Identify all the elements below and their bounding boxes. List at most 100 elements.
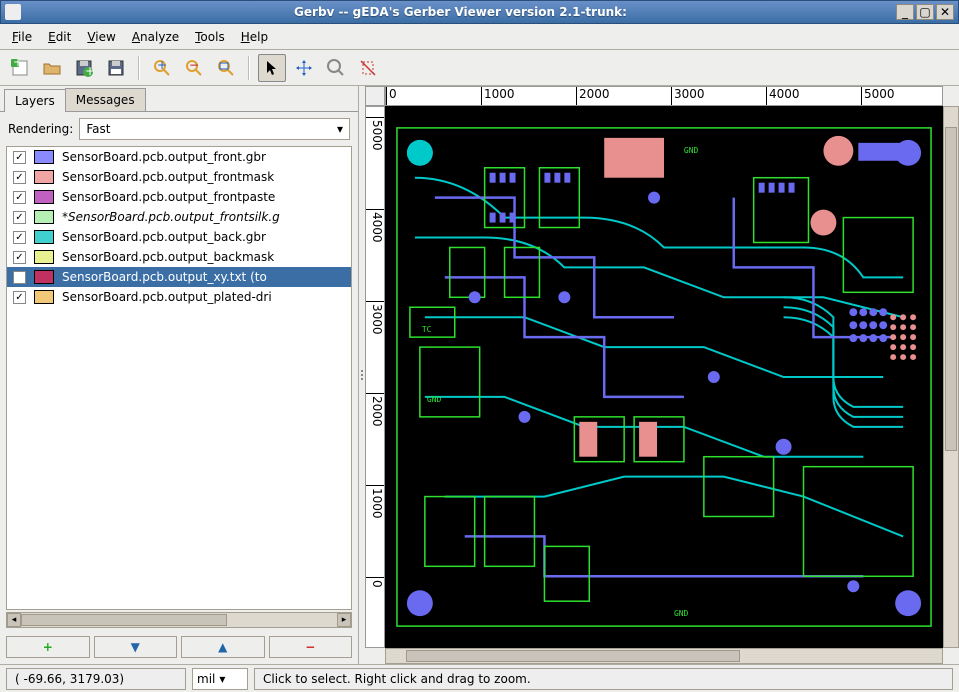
layer-swatch[interactable] xyxy=(34,190,54,204)
separator xyxy=(248,56,250,80)
layer-name: SensorBoard.pcb.output_frontpaste xyxy=(62,190,275,204)
svg-text:+: + xyxy=(13,58,23,69)
move-down-button[interactable]: ▼ xyxy=(94,636,178,658)
delete-tool-button[interactable] xyxy=(354,54,382,82)
menu-view[interactable]: View xyxy=(79,26,123,48)
scrollbar-horizontal[interactable] xyxy=(385,648,943,664)
rendering-select[interactable]: Fast ▾ xyxy=(79,118,350,140)
remove-layer-button[interactable]: − xyxy=(269,636,353,658)
layer-scrollbar-h[interactable]: ◂ ▸ xyxy=(6,612,352,628)
layer-swatch[interactable] xyxy=(34,270,54,284)
scroll-thumb-v[interactable] xyxy=(945,127,957,451)
svg-text:GND: GND xyxy=(427,395,442,404)
scroll-left-icon[interactable]: ◂ xyxy=(7,613,21,627)
scrollbar-h-row xyxy=(365,648,959,664)
pcb-canvas[interactable]: GND TC GND GND xyxy=(385,106,943,648)
svg-text:GND: GND xyxy=(684,146,699,155)
close-button[interactable]: ✕ xyxy=(936,4,954,20)
tab-layers[interactable]: Layers xyxy=(4,89,66,112)
layer-swatch[interactable] xyxy=(34,170,54,184)
layer-row[interactable]: ✓ SensorBoard.pcb.output_backmask xyxy=(7,247,351,267)
layer-name: SensorBoard.pcb.output_back.gbr xyxy=(62,230,266,244)
layer-row[interactable]: SensorBoard.pcb.output_xy.txt (to xyxy=(7,267,351,287)
layer-checkbox[interactable]: ✓ xyxy=(13,171,26,184)
layer-swatch[interactable] xyxy=(34,150,54,164)
menu-tools[interactable]: Tools xyxy=(187,26,233,48)
ruler-horizontal-row: 01000200030004000500060 xyxy=(365,86,959,106)
scroll-thumb-h[interactable] xyxy=(406,650,740,662)
ruler-tick: 2000 xyxy=(576,87,610,105)
ruler-tick: 1000 xyxy=(481,87,515,105)
layer-swatch[interactable] xyxy=(34,230,54,244)
layer-checkbox[interactable]: ✓ xyxy=(13,231,26,244)
separator xyxy=(138,56,140,80)
dropdown-icon: ▾ xyxy=(337,122,343,136)
save-layer-button[interactable]: + xyxy=(70,54,98,82)
status-hint: Click to select. Right click and drag to… xyxy=(254,668,953,690)
menu-help[interactable]: Help xyxy=(233,26,276,48)
titlebar: Gerbv -- gEDA's Gerber Viewer version 2.… xyxy=(0,0,959,24)
toolbar: + + + − xyxy=(0,50,959,86)
svg-text:GND: GND xyxy=(674,609,689,618)
ruler-tick: 3000 xyxy=(671,87,705,105)
layer-checkbox[interactable]: ✓ xyxy=(13,291,26,304)
add-layer-button[interactable]: + xyxy=(6,636,90,658)
layer-name: SensorBoard.pcb.output_front.gbr xyxy=(62,150,266,164)
zoom-out-button[interactable]: − xyxy=(180,54,208,82)
svg-text:TC: TC xyxy=(422,325,432,334)
panel-tabs: Layers Messages xyxy=(0,86,358,112)
layer-checkbox[interactable]: ✓ xyxy=(13,251,26,264)
layer-swatch[interactable] xyxy=(34,290,54,304)
layer-row[interactable]: ✓SensorBoard.pcb.output_frontmask xyxy=(7,167,351,187)
menu-edit[interactable]: Edit xyxy=(40,26,79,48)
content: Layers Messages Rendering: Fast ▾ ✓Senso… xyxy=(0,86,959,664)
menu-analyze[interactable]: Analyze xyxy=(124,26,187,48)
new-project-button[interactable]: + xyxy=(6,54,34,82)
layer-checkbox[interactable]: ✓ xyxy=(13,151,26,164)
layer-list: ✓SensorBoard.pcb.output_front.gbr✓Sensor… xyxy=(6,146,352,610)
layer-name: SensorBoard.pcb.output_backmask xyxy=(62,250,274,264)
minimize-button[interactable]: _ xyxy=(896,4,914,20)
layer-checkbox[interactable]: ✓ xyxy=(13,211,26,224)
pointer-tool-button[interactable] xyxy=(258,54,286,82)
layer-swatch[interactable] xyxy=(34,210,54,224)
unit-select[interactable]: mil ▾ xyxy=(192,668,248,690)
layer-checkbox[interactable]: ✓ xyxy=(13,191,26,204)
rendering-row: Rendering: Fast ▾ xyxy=(0,112,358,146)
zoom-in-button[interactable]: + xyxy=(148,54,176,82)
scroll-thumb[interactable] xyxy=(21,614,227,626)
canvas-area: 01000200030004000500060 5000400030002000… xyxy=(365,86,959,664)
rendering-label: Rendering: xyxy=(8,122,73,136)
move-tool-button[interactable] xyxy=(290,54,318,82)
save-button[interactable] xyxy=(102,54,130,82)
layer-checkbox[interactable] xyxy=(13,271,26,284)
app-icon xyxy=(5,4,21,20)
ruler-spacer xyxy=(943,86,959,106)
ruler-tick: 0 xyxy=(386,87,397,105)
measure-tool-button[interactable] xyxy=(322,54,350,82)
layer-swatch[interactable] xyxy=(34,250,54,264)
canvas-row: 500040003000200010000 xyxy=(365,106,959,648)
ruler-tick: 4000 xyxy=(366,209,384,243)
ruler-corner xyxy=(365,86,385,106)
scroll-corner xyxy=(943,648,959,664)
move-up-button[interactable]: ▲ xyxy=(181,636,265,658)
layer-row[interactable]: ✓ SensorBoard.pcb.output_front.gbr xyxy=(7,147,351,167)
layer-row[interactable]: ✓ SensorBoard.pcb.output_frontpaste xyxy=(7,187,351,207)
scroll-right-icon[interactable]: ▸ xyxy=(337,613,351,627)
maximize-button[interactable]: ▢ xyxy=(916,4,934,20)
ruler-tick: 5000 xyxy=(366,117,384,151)
layer-name: SensorBoard.pcb.output_xy.txt (to xyxy=(62,270,267,284)
layer-name: SensorBoard.pcb.output_plated-dri xyxy=(62,290,272,304)
ruler-tick: 0 xyxy=(366,577,384,588)
layer-row[interactable]: ✓*SensorBoard.pcb.output_frontsilk.g xyxy=(7,207,351,227)
tab-messages[interactable]: Messages xyxy=(65,88,146,111)
open-button[interactable] xyxy=(38,54,66,82)
menu-file[interactable]: File xyxy=(4,26,40,48)
scrollbar-vertical[interactable] xyxy=(943,106,959,648)
layer-row[interactable]: ✓ SensorBoard.pcb.output_back.gbr xyxy=(7,227,351,247)
ruler-tick: 1000 xyxy=(366,485,384,519)
ruler-tick: 5000 xyxy=(861,87,895,105)
layer-row[interactable]: ✓ SensorBoard.pcb.output_plated-dri xyxy=(7,287,351,307)
zoom-fit-button[interactable] xyxy=(212,54,240,82)
